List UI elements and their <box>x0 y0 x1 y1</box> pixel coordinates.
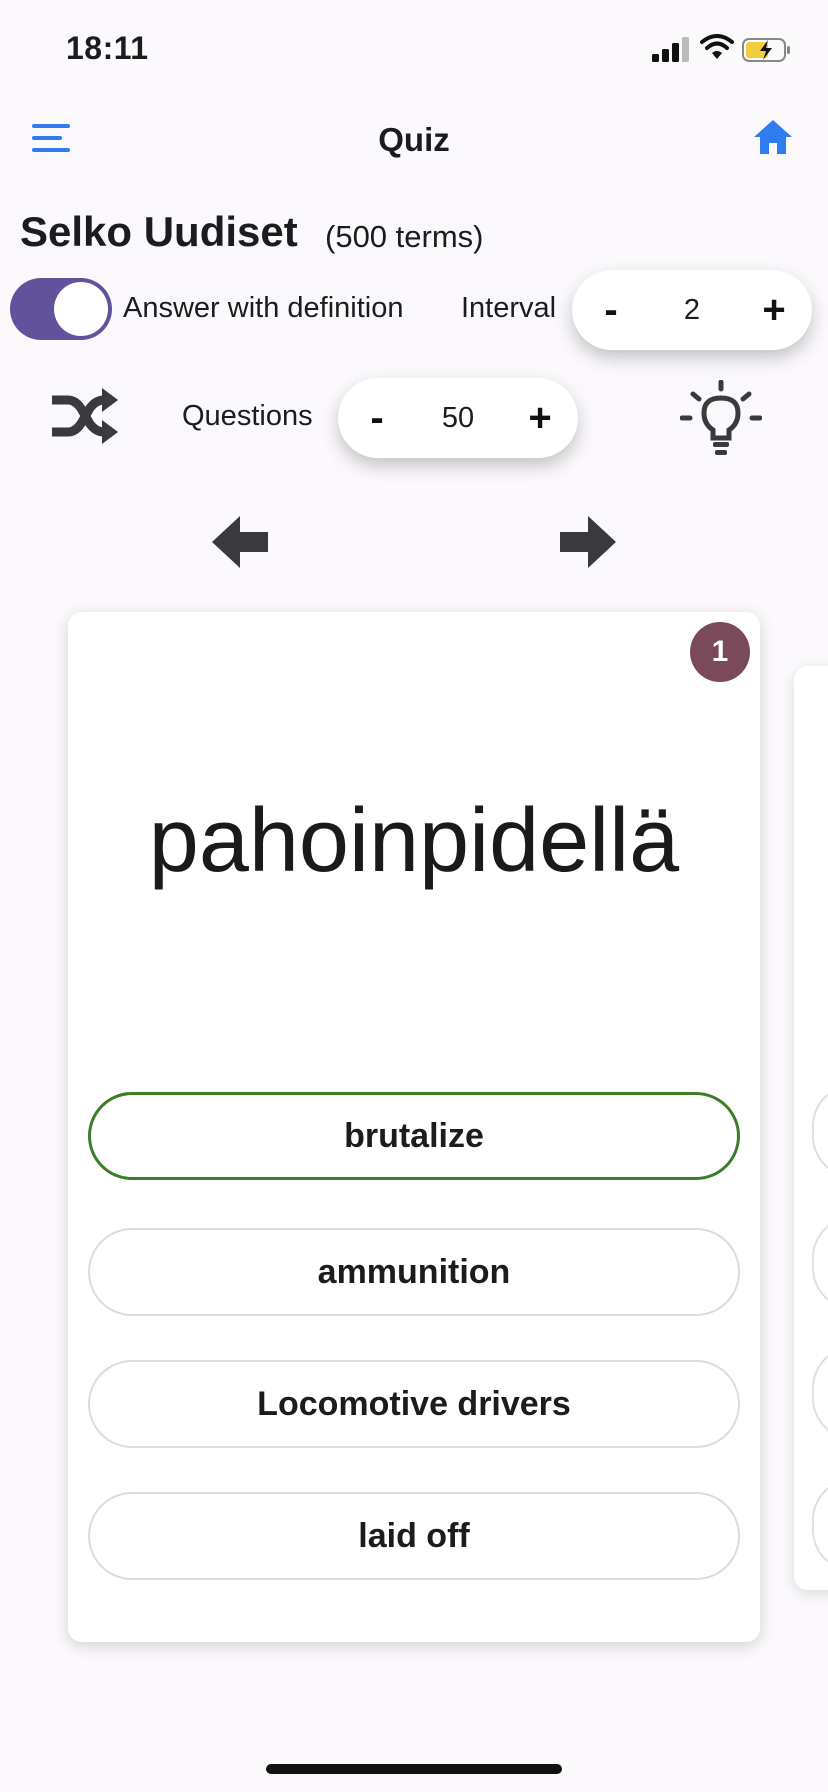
questions-increment-button[interactable]: + <box>510 378 570 458</box>
home-indicator[interactable] <box>266 1764 562 1774</box>
toggle-knob <box>54 282 108 336</box>
cellular-signal-icon <box>652 36 690 62</box>
questions-value: 50 <box>441 401 475 434</box>
interval-value: 2 <box>683 293 701 326</box>
card-term: pahoinpidellä <box>148 791 680 891</box>
shuffle-icon[interactable] <box>50 386 120 446</box>
questions-label: Questions <box>182 400 313 432</box>
lightbulb-hint-icon[interactable] <box>680 380 762 456</box>
wifi-icon <box>700 34 734 59</box>
answer-option-2[interactable]: ammunition <box>88 1228 740 1316</box>
questions-stepper: - 50 + <box>338 378 578 458</box>
status-time: 18:11 <box>66 30 149 66</box>
answer-option-4[interactable]: laid off <box>88 1492 740 1580</box>
next-card-arrow-icon[interactable] <box>558 512 618 572</box>
battery-charging-icon <box>742 38 790 62</box>
card-number-badge: 1 <box>690 622 750 682</box>
interval-increment-button[interactable]: + <box>744 270 804 350</box>
page-title: Quiz <box>378 121 450 158</box>
previous-card-arrow-icon[interactable] <box>210 512 270 572</box>
deck-title: Selko Uudiset <box>20 208 298 255</box>
answer-option-1[interactable]: brutalize <box>88 1092 740 1180</box>
interval-label: Interval <box>461 292 557 324</box>
answer-with-definition-toggle[interactable] <box>10 278 112 340</box>
interval-stepper: - 2 + <box>572 270 812 350</box>
answer-option-3[interactable]: Locomotive drivers <box>88 1360 740 1448</box>
next-card-preview <box>794 666 828 1590</box>
deck-term-count: (500 terms) <box>325 219 484 254</box>
answer-with-definition-label: Answer with definition <box>123 292 404 324</box>
questions-decrement-button[interactable]: - <box>352 378 402 458</box>
home-icon[interactable] <box>752 118 794 156</box>
interval-decrement-button[interactable]: - <box>586 270 636 350</box>
